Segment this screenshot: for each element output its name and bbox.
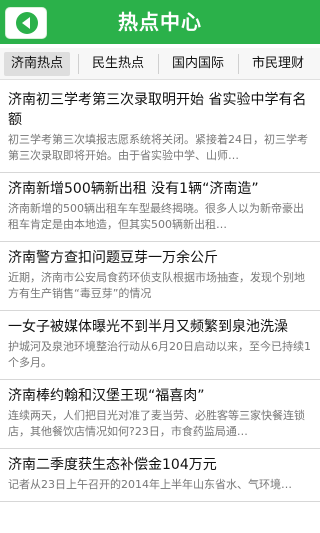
tab-domestic-international[interactable]: 国内国际 — [172, 52, 224, 76]
news-item[interactable]: 济南警方查扣问题豆芽一万余公斤 近期，济南市公安局食药环侦支队根据市场抽查，发现… — [0, 242, 320, 311]
page-title: 热点中心 — [118, 10, 202, 34]
news-summary: 连续两天，人们把目光对准了麦当劳、必胜客等三家快餐连锁店，其他餐饮店情况如何?2… — [8, 409, 305, 438]
news-item[interactable]: 济南新增500辆新出租 没有1辆“济南造” 济南新增的500辆出租车车型最终揭晓… — [0, 173, 320, 242]
news-summary: 济南新增的500辆出租车车型最终揭晓。很多人以为新帝豪出租车肯定是由本地造，但其… — [8, 202, 304, 231]
news-title: 济南棒约翰和汉堡王现“福喜肉” — [8, 388, 205, 404]
news-title: 济南新增500辆新出租 没有1辆“济南造” — [8, 181, 259, 197]
tab-citizen-finance[interactable]: 市民理财 — [252, 52, 304, 76]
news-title: 济南二季度获生态补偿金104万元 — [8, 457, 217, 473]
news-title: 济南警方查扣问题豆芽一万余公斤 — [8, 250, 218, 266]
news-item[interactable]: 一女子被媒体曝光不到半月又频繁到泉池洗澡 护城河及泉池环境整治行动从6月20日启… — [0, 311, 320, 380]
tab-jinan-hot[interactable]: 济南热点 — [4, 52, 71, 76]
category-tabs: 济南热点 民生热点 国内国际 市民理财 — [0, 48, 320, 80]
news-summary: 初三学考第三次填报志愿系统将关闭。紧接着24日，初三学考第三次录取即将开始。由于… — [8, 133, 308, 162]
tab-livelihood-hot[interactable]: 民生热点 — [92, 52, 144, 76]
news-item[interactable]: 济南初三学考第三次录取明开始 省实验中学有名额 初三学考第三次填报志愿系统将关闭… — [0, 84, 320, 173]
news-title: 济南初三学考第三次录取明开始 省实验中学有名额 — [8, 92, 307, 128]
news-list: 济南初三学考第三次录取明开始 省实验中学有名额 初三学考第三次填报志愿系统将关闭… — [0, 84, 320, 502]
news-summary: 记者从23日上午召开的2014年上半年山东省水、气环境… — [8, 478, 292, 491]
news-summary: 近期，济南市公安局食药环侦支队根据市场抽查，发现个别地方有生产销售“毒豆芽”的情… — [8, 271, 305, 300]
news-title: 一女子被媒体曝光不到半月又频繁到泉池洗澡 — [8, 319, 288, 335]
app-header: 热点中心 — [0, 0, 320, 44]
news-summary: 护城河及泉池环境整治行动从6月20日启动以来，至今已持续1个多月。 — [8, 340, 311, 369]
news-item[interactable]: 济南二季度获生态补偿金104万元 记者从23日上午召开的2014年上半年山东省水… — [0, 449, 320, 502]
tab-divider — [158, 54, 159, 74]
news-item[interactable]: 济南棒约翰和汉堡王现“福喜肉” 连续两天，人们把目光对准了麦当劳、必胜客等三家快… — [0, 380, 320, 449]
tab-divider — [78, 54, 79, 74]
tab-divider — [238, 54, 239, 74]
